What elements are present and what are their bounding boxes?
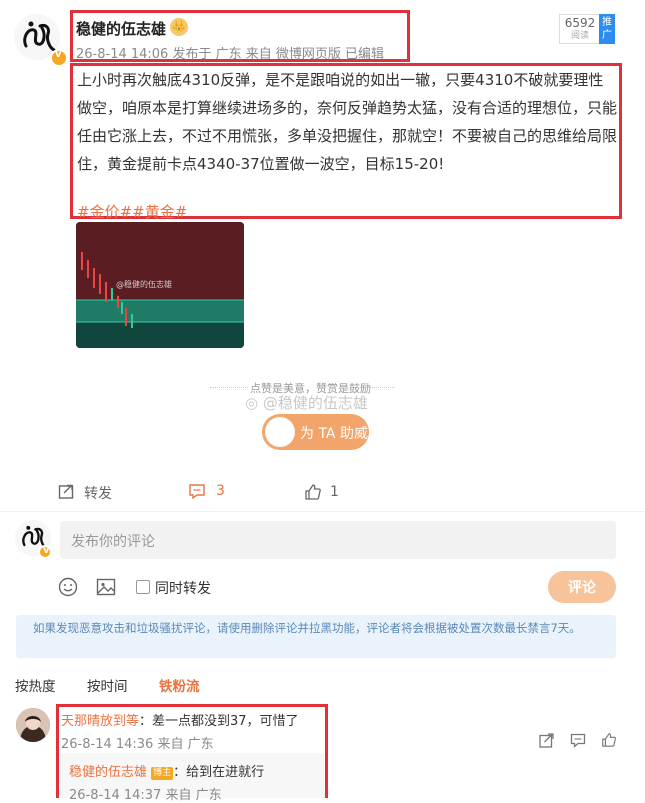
promote-button[interactable]: 推广	[599, 14, 615, 44]
weibo-logo-icon: ◎	[245, 394, 259, 412]
like-count: 1	[330, 484, 339, 500]
post-line-3: 任由它涨上去，不过不用慌张，多单没把握住，那就空！不要被自己的思维给局限	[77, 127, 618, 145]
tab-time[interactable]: 按时间	[87, 675, 128, 695]
verified-badge-icon	[38, 545, 52, 559]
tag-gold-price[interactable]: #金价#	[77, 203, 132, 221]
weibo-watermark: ◎ @稳健的伍志雄	[245, 392, 368, 413]
comment-input[interactable]: 发布你的评论	[60, 521, 616, 559]
comment-location: 来自 广东	[157, 737, 214, 752]
reply-line: 稳健的伍志雄 博主 ：给到在进就行	[69, 761, 264, 780]
repost-checkbox[interactable]	[136, 580, 150, 594]
reply-time: 26-8-14 14:37	[69, 788, 162, 803]
reply-location: 来自 广东	[165, 788, 222, 803]
commenter-name[interactable]: 天那晴放到等	[61, 714, 139, 729]
post-edited[interactable]: 已编辑	[345, 47, 384, 62]
notice-text: 如果发现恶意攻击和垃圾骚扰评论，请使用删除评论并拉黑功能，评论者将会根据被处置次…	[33, 621, 581, 635]
post-meta: 26-8-14 14:06 发布于 广东 来自 微博网页版 已编辑	[76, 43, 384, 62]
comment-count: 3	[216, 483, 225, 499]
post-text: 上小时再次触底4310反弹，是不是跟咱说的如出一辙，只要4310不破就要理性 做…	[77, 66, 622, 226]
share-icon[interactable]	[539, 733, 554, 748]
comment-line: 天那晴放到等：差一点都没到37，可惜了	[61, 710, 299, 729]
post-client: 来自 微博网页版	[245, 47, 341, 62]
tag-gold[interactable]: #黄金#	[132, 203, 187, 221]
read-count: 6592	[564, 16, 596, 30]
post-line-2: 做空，咱原本是打算继续进场多的，奈何反弹趋势太猛，没有合适的理想位，只能	[77, 99, 618, 117]
post-time[interactable]: 26-8-14 14:06	[76, 47, 168, 62]
cheer-label: 为 TA 助威	[300, 426, 368, 442]
cheer-avatar-icon	[265, 417, 295, 447]
comment-meta: 26-8-14 14:36 来自 广东	[61, 733, 214, 752]
reply-text: ：给到在进就行	[173, 765, 265, 780]
section-divider	[0, 511, 645, 512]
repost-label: 转发	[84, 486, 112, 502]
commenter-avatar[interactable]	[16, 708, 50, 742]
reply-meta: 26-8-14 14:37 来自 广东	[69, 784, 222, 803]
tab-fans[interactable]: 铁粉流	[159, 675, 200, 695]
image-upload-icon[interactable]	[96, 577, 116, 597]
post-image[interactable]: @稳健的伍志雄	[76, 222, 244, 348]
repost-action[interactable]: 转发	[58, 482, 138, 502]
verified-badge-icon	[50, 49, 68, 67]
post-location: 发布于 广东	[172, 47, 242, 62]
blogger-badge: 博主	[151, 767, 174, 780]
tab-hot[interactable]: 按热度	[15, 675, 56, 695]
notice-banner: 如果发现恶意攻击和垃圾骚扰评论，请使用删除评论并拉黑功能，评论者将会根据被处置次…	[16, 615, 616, 658]
promote-label: 推广	[602, 17, 612, 41]
post-line-1: 上小时再次触底4310反弹，是不是跟咱说的如出一辙，只要4310不破就要理性	[77, 71, 604, 89]
comment-text: ：差一点都没到37，可惜了	[139, 714, 299, 729]
read-label: 阅读	[570, 31, 589, 41]
author-name[interactable]: 稳健的伍志雄	[76, 18, 166, 39]
reply-icon[interactable]	[570, 733, 586, 748]
comment-action[interactable]: 3	[188, 482, 248, 502]
post-line-4: 住，黄金提前卡点4340-37位置做一波空，目标15-20!	[77, 155, 445, 173]
person-photo-icon	[16, 708, 50, 742]
repost-icon	[58, 484, 74, 499]
reply-box: 稳健的伍志雄 博主 ：给到在进就行 26-8-14 14:37 来自 广东	[59, 753, 325, 803]
repost-checkbox-label: 同时转发	[155, 581, 211, 597]
comment-time: 26-8-14 14:36	[61, 737, 154, 752]
crown-emoji-icon: 👑	[170, 18, 188, 36]
comment-icon	[189, 484, 205, 500]
thumbs-up-icon	[305, 484, 321, 500]
comment-input-placeholder: 发布你的评论	[71, 534, 155, 550]
like-action[interactable]: 1	[304, 482, 364, 502]
read-count-box: 6592 阅读	[559, 14, 600, 44]
emoji-icon[interactable]	[58, 577, 78, 597]
comment-like-icon[interactable]	[601, 732, 617, 748]
submit-comment-button[interactable]: 评论	[548, 571, 616, 603]
weibo-watermark-text: @稳健的伍志雄	[262, 394, 368, 412]
reply-author[interactable]: 稳健的伍志雄	[69, 765, 147, 780]
image-watermark: @稳健的伍志雄	[116, 280, 172, 289]
cheer-button[interactable]: 为 TA 助威	[262, 414, 369, 450]
submit-comment-label: 评论	[568, 580, 596, 596]
